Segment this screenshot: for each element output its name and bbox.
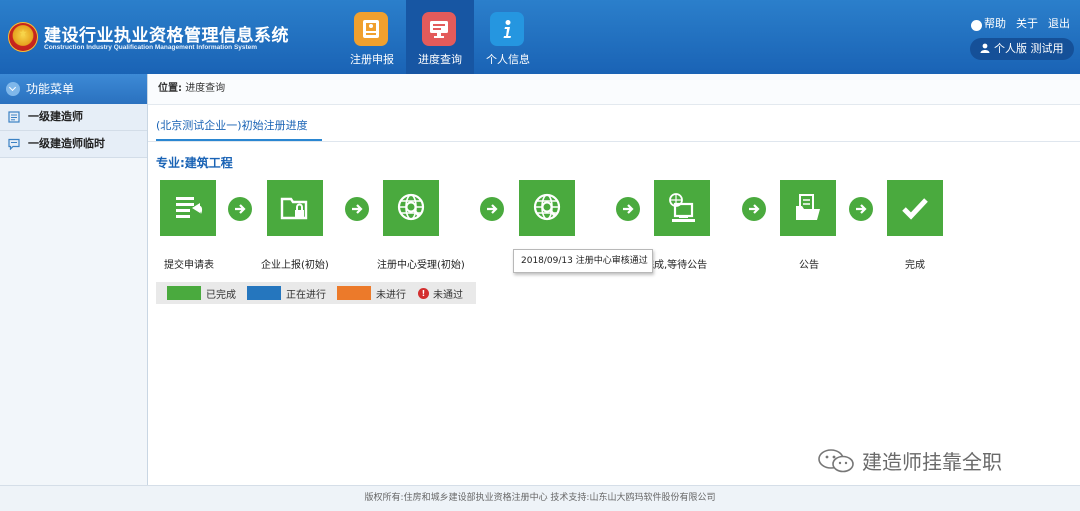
- legend-swatch-completed: [167, 286, 201, 300]
- chevron-down-icon: [6, 81, 20, 96]
- arrow-right-icon: [616, 197, 640, 221]
- arrow-right-icon: [742, 197, 766, 221]
- watermark-text: 建造师挂靠全职: [862, 450, 1002, 474]
- breadcrumb: 位置: 进度查询: [148, 74, 1080, 105]
- step-review-complete[interactable]: [654, 180, 710, 236]
- system-subtitle: Construction Industry Qualification Mana…: [44, 44, 258, 51]
- checkmark-icon: [902, 198, 928, 220]
- logout-link[interactable]: 退出: [1048, 15, 1070, 31]
- nav-progress-label: 进度查询: [418, 53, 462, 66]
- system-title: 建设行业执业资格管理信息系统: [44, 26, 289, 46]
- specialty-label: 专业:建筑工程: [156, 156, 233, 170]
- step-submit-application[interactable]: [160, 180, 216, 236]
- submit-doc-icon: [176, 197, 203, 218]
- monitor-icon: [422, 12, 456, 46]
- legend-label: 未进行: [376, 289, 406, 301]
- nav-registration-label: 注册申报: [350, 53, 394, 66]
- nav-personal-info[interactable]: 个人信息: [474, 0, 542, 74]
- national-emblem-logo: [8, 22, 38, 52]
- nav-progress[interactable]: 进度查询: [406, 0, 474, 74]
- legend-swatch-not-started: [337, 286, 371, 300]
- step-center-review[interactable]: [519, 180, 575, 236]
- user-icon: [980, 43, 990, 53]
- top-nav: 注册申报 进度查询 个人信息: [338, 0, 542, 74]
- globe-search-icon: [533, 193, 561, 221]
- arrow-right-icon: [228, 197, 252, 221]
- legend-label: 已完成: [206, 289, 236, 301]
- chat-icon: [8, 138, 20, 150]
- sidebar: 功能菜单 一级建造师 一级建造师临时: [0, 74, 148, 485]
- arrow-right-icon: [480, 197, 504, 221]
- error-icon: !: [418, 287, 429, 299]
- app-header: 建设行业执业资格管理信息系统 Construction Industry Qua…: [0, 0, 1080, 74]
- sidebar-item-label: 一级建造师临时: [28, 137, 105, 150]
- legend-label: 正在进行: [286, 289, 326, 301]
- user-badge[interactable]: 个人版 测试用: [970, 38, 1074, 60]
- user-name: 个人版 测试用: [994, 42, 1064, 55]
- info-icon: [490, 12, 524, 46]
- step-label: 企业上报(初始): [261, 260, 329, 271]
- globe-search-icon: [397, 193, 425, 221]
- footer: 版权所有:住房和城乡建设部执业资格注册中心 技术支持:山东山大鸥玛软件股份有限公…: [0, 485, 1080, 511]
- documents-folder-icon: [796, 194, 820, 220]
- step-enterprise-report[interactable]: [267, 180, 323, 236]
- id-card-icon: [354, 12, 388, 46]
- help-link[interactable]: ? 帮助: [971, 15, 1006, 31]
- nav-registration[interactable]: 注册申报: [338, 0, 406, 74]
- step-label: 注册中心受理(初始): [377, 260, 465, 271]
- breadcrumb-label: 位置:: [158, 83, 182, 94]
- help-link-label: 帮助: [984, 17, 1006, 30]
- watermark: 建造师挂靠全职: [816, 446, 1002, 475]
- legend-swatch-in-progress: [247, 286, 281, 300]
- computer-globe-icon: [669, 193, 695, 222]
- sidebar-item-label: 一级建造师: [28, 110, 83, 123]
- legend-label: 未通过: [433, 289, 463, 301]
- tab-initial-registration-progress[interactable]: (北京测试企业一)初始注册进度: [156, 117, 322, 141]
- wechat-icon: [818, 448, 854, 472]
- step-center-accept[interactable]: [383, 180, 439, 236]
- arrow-right-icon: [849, 197, 873, 221]
- main-content: 位置: 进度查询 (北京测试企业一)初始注册进度 专业:建筑工程 提交申请表 企…: [148, 74, 1080, 485]
- top-links: ? 帮助 关于 退出: [971, 15, 1070, 31]
- step-label: 公告: [799, 260, 819, 271]
- step-tooltip: 2018/09/13 注册中心审核通过: [513, 249, 653, 273]
- document-icon: [8, 111, 20, 123]
- breadcrumb-current: 进度查询: [185, 83, 226, 94]
- help-icon: ?: [971, 20, 982, 31]
- tab-bar: (北京测试企业一)初始注册进度: [148, 105, 1080, 142]
- sidebar-title: 功能菜单: [26, 82, 75, 96]
- locked-folder-icon: [280, 197, 308, 220]
- step-label: 完成: [905, 260, 925, 271]
- nav-personal-info-label: 个人信息: [486, 53, 530, 66]
- sidebar-header[interactable]: 功能菜单: [0, 74, 147, 104]
- about-link[interactable]: 关于: [1016, 15, 1038, 31]
- sidebar-item-constructor[interactable]: 一级建造师: [0, 104, 147, 131]
- step-complete[interactable]: [887, 180, 943, 236]
- step-label: 提交申请表: [164, 260, 214, 271]
- sidebar-item-constructor-temp[interactable]: 一级建造师临时: [0, 131, 147, 158]
- status-legend: 已完成 正在进行 未进行 ! 未通过: [156, 282, 476, 304]
- arrow-right-icon: [345, 197, 369, 221]
- step-announcement[interactable]: [780, 180, 836, 236]
